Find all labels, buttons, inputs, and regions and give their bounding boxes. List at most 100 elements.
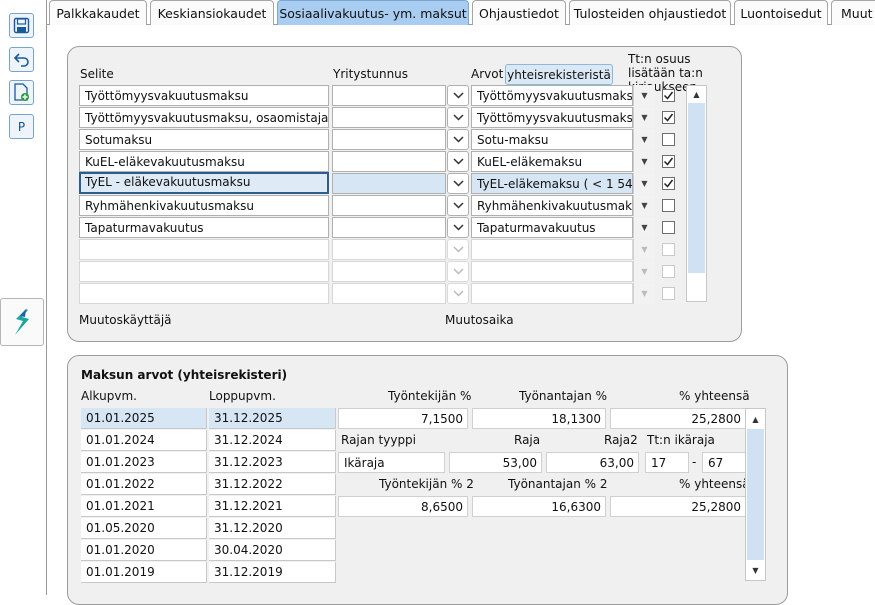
yhteisrekisterista-button[interactable]: yhteisrekisteristä bbox=[505, 64, 613, 85]
yhteensa-value[interactable]: 25,2800 bbox=[610, 408, 746, 429]
chevron-down-icon[interactable] bbox=[447, 195, 469, 216]
chevron-down-icon[interactable] bbox=[447, 283, 469, 304]
tt-osuus-checkbox[interactable] bbox=[662, 243, 675, 256]
arvo-dropdown-icon[interactable]: ▼ bbox=[633, 239, 655, 260]
arvo-cell[interactable]: Ryhmähenkivakuutusmaks bbox=[471, 195, 633, 216]
rajan-tyyppi-value[interactable]: Ikäraja bbox=[338, 452, 445, 473]
tab-muut[interactable]: Muut bbox=[831, 0, 875, 25]
period-alku[interactable]: 01.05.2020 bbox=[81, 518, 207, 539]
tyonantaja-value[interactable]: 18,1300 bbox=[472, 408, 606, 429]
arvo-cell[interactable]: KuEL-eläkemaksu bbox=[471, 151, 633, 172]
tt-osuus-checkbox[interactable] bbox=[662, 287, 675, 300]
tt-osuus-checkbox[interactable] bbox=[662, 89, 675, 102]
period-loppu[interactable]: 31.12.2020 bbox=[209, 518, 336, 539]
yritystunnus-cell[interactable] bbox=[332, 151, 446, 172]
ikaraja-max-value[interactable]: 67 bbox=[702, 452, 746, 473]
yhteensa2-value[interactable]: 25,2800 bbox=[610, 496, 746, 517]
selite-cell[interactable] bbox=[79, 261, 329, 282]
arvo-cell[interactable]: Tapaturmavakuutus bbox=[471, 217, 633, 238]
tyontekija2-value[interactable]: 8,6500 bbox=[338, 496, 468, 517]
yritystunnus-cell[interactable] bbox=[332, 85, 446, 106]
raja-value[interactable]: 53,00 bbox=[449, 452, 542, 473]
selite-cell[interactable] bbox=[79, 239, 329, 260]
period-loppu[interactable]: 31.12.2025 bbox=[209, 408, 336, 429]
chevron-down-icon[interactable] bbox=[447, 129, 469, 150]
period-loppu[interactable]: 31.12.2022 bbox=[209, 474, 336, 495]
tt-osuus-checkbox[interactable] bbox=[662, 177, 675, 190]
tyontekija-value[interactable]: 7,1500 bbox=[338, 408, 468, 429]
selite-cell[interactable]: KuEL-eläkevakuutusmaksu bbox=[79, 151, 329, 172]
yritystunnus-cell[interactable] bbox=[332, 107, 446, 128]
tyonantaja2-value[interactable]: 16,6300 bbox=[472, 496, 606, 517]
period-loppu[interactable]: 31.12.2021 bbox=[209, 496, 336, 517]
arvo-dropdown-icon[interactable]: ▼ bbox=[633, 195, 655, 216]
arvo-dropdown-icon[interactable]: ▼ bbox=[633, 217, 655, 238]
tt-osuus-checkbox[interactable] bbox=[662, 111, 675, 124]
period-loppu[interactable]: 30.04.2020 bbox=[209, 540, 336, 561]
yritystunnus-cell[interactable] bbox=[332, 173, 446, 194]
tab-luontoisedut[interactable]: Luontoisedut bbox=[734, 0, 828, 25]
tab-sosiaalivakuutus[interactable]: Sosiaalivakuutus- ym. maksut bbox=[277, 0, 469, 25]
p-button[interactable]: P bbox=[9, 114, 34, 139]
chevron-down-icon[interactable] bbox=[447, 217, 469, 238]
tt-osuus-checkbox[interactable] bbox=[662, 265, 675, 278]
period-alku[interactable]: 01.01.2021 bbox=[81, 496, 207, 517]
tab-tulosteiden-ohjaustiedot[interactable]: Tulosteiden ohjaustiedot bbox=[569, 0, 731, 25]
tab-palkkakaudet[interactable]: Palkkakaudet bbox=[49, 0, 147, 25]
yritystunnus-cell[interactable] bbox=[332, 239, 446, 260]
scroll-thumb[interactable] bbox=[747, 429, 764, 560]
scroll-thumb[interactable] bbox=[688, 103, 705, 273]
period-alku[interactable]: 01.01.2022 bbox=[81, 474, 207, 495]
yritystunnus-cell[interactable] bbox=[332, 283, 446, 304]
period-scrollbar[interactable]: ▲ ▼ bbox=[745, 408, 766, 581]
arvo-cell[interactable] bbox=[471, 261, 633, 282]
selite-cell[interactable]: Tapaturmavakuutus bbox=[79, 217, 329, 238]
grid-scrollbar[interactable]: ▲ bbox=[686, 85, 707, 302]
selite-cell[interactable]: Työttömyysvakuutusmaksu bbox=[79, 85, 329, 106]
ikaraja-min-value[interactable]: 17 bbox=[645, 452, 689, 473]
tab-keskiansiokaudet[interactable]: Keskiansiokaudet bbox=[150, 0, 274, 25]
tt-osuus-checkbox[interactable] bbox=[662, 221, 675, 234]
period-loppu[interactable]: 31.12.2019 bbox=[209, 562, 336, 583]
tab-ohjaustiedot[interactable]: Ohjaustiedot bbox=[472, 0, 566, 25]
arvo-dropdown-icon[interactable]: ▼ bbox=[633, 283, 655, 304]
yritystunnus-cell[interactable] bbox=[332, 217, 446, 238]
period-alku[interactable]: 01.01.2024 bbox=[81, 430, 207, 451]
selite-cell[interactable]: Ryhmähenkivakuutusmaksu bbox=[79, 195, 329, 216]
chevron-down-icon[interactable] bbox=[447, 85, 469, 106]
period-alku[interactable]: 01.01.2023 bbox=[81, 452, 207, 473]
yritystunnus-cell[interactable] bbox=[332, 195, 446, 216]
save-icon[interactable] bbox=[9, 13, 34, 38]
new-document-icon[interactable] bbox=[9, 80, 34, 105]
chevron-down-icon[interactable] bbox=[447, 261, 469, 282]
arvo-dropdown-icon[interactable]: ▼ bbox=[633, 85, 655, 106]
period-alku[interactable]: 01.01.2025 bbox=[81, 408, 207, 429]
tt-osuus-checkbox[interactable] bbox=[662, 155, 675, 168]
period-loppu[interactable]: 31.12.2023 bbox=[209, 452, 336, 473]
arvo-dropdown-icon[interactable]: ▼ bbox=[633, 151, 655, 172]
yritystunnus-cell[interactable] bbox=[332, 261, 446, 282]
selite-cell[interactable]: Työttömyysvakuutusmaksu, osaomistajat bbox=[79, 107, 329, 128]
chevron-down-icon[interactable] bbox=[447, 239, 469, 260]
selite-cell-editing[interactable]: TyEL - eläkevakuutusmaksu bbox=[79, 172, 329, 194]
chevron-down-icon[interactable] bbox=[447, 173, 469, 194]
arvo-cell[interactable]: TyEL-eläkemaksu ( < 1 542 bbox=[471, 173, 633, 194]
yritystunnus-cell[interactable] bbox=[332, 129, 446, 150]
arvo-cell[interactable]: Työttömyysvakuutusmaksu bbox=[471, 85, 633, 106]
scroll-down-icon[interactable]: ▼ bbox=[746, 562, 765, 578]
arvo-dropdown-icon[interactable]: ▼ bbox=[633, 107, 655, 128]
period-alku[interactable]: 01.01.2019 bbox=[81, 562, 207, 583]
selite-cell[interactable]: Sotumaksu bbox=[79, 129, 329, 150]
selite-cell[interactable] bbox=[79, 283, 329, 304]
raja2-value[interactable]: 63,00 bbox=[546, 452, 639, 473]
tt-osuus-checkbox[interactable] bbox=[662, 199, 675, 212]
tt-osuus-checkbox[interactable] bbox=[662, 133, 675, 146]
arvo-cell[interactable] bbox=[471, 283, 633, 304]
arvo-cell[interactable]: Sotu-maksu bbox=[471, 129, 633, 150]
undo-icon[interactable] bbox=[9, 47, 34, 72]
period-alku[interactable]: 01.01.2020 bbox=[81, 540, 207, 561]
scroll-up-icon[interactable]: ▲ bbox=[746, 411, 765, 427]
arvo-dropdown-icon[interactable]: ▼ bbox=[633, 261, 655, 282]
arvo-dropdown-icon[interactable]: ▼ bbox=[633, 129, 655, 150]
arvo-dropdown-icon[interactable]: ▼ bbox=[633, 173, 655, 194]
